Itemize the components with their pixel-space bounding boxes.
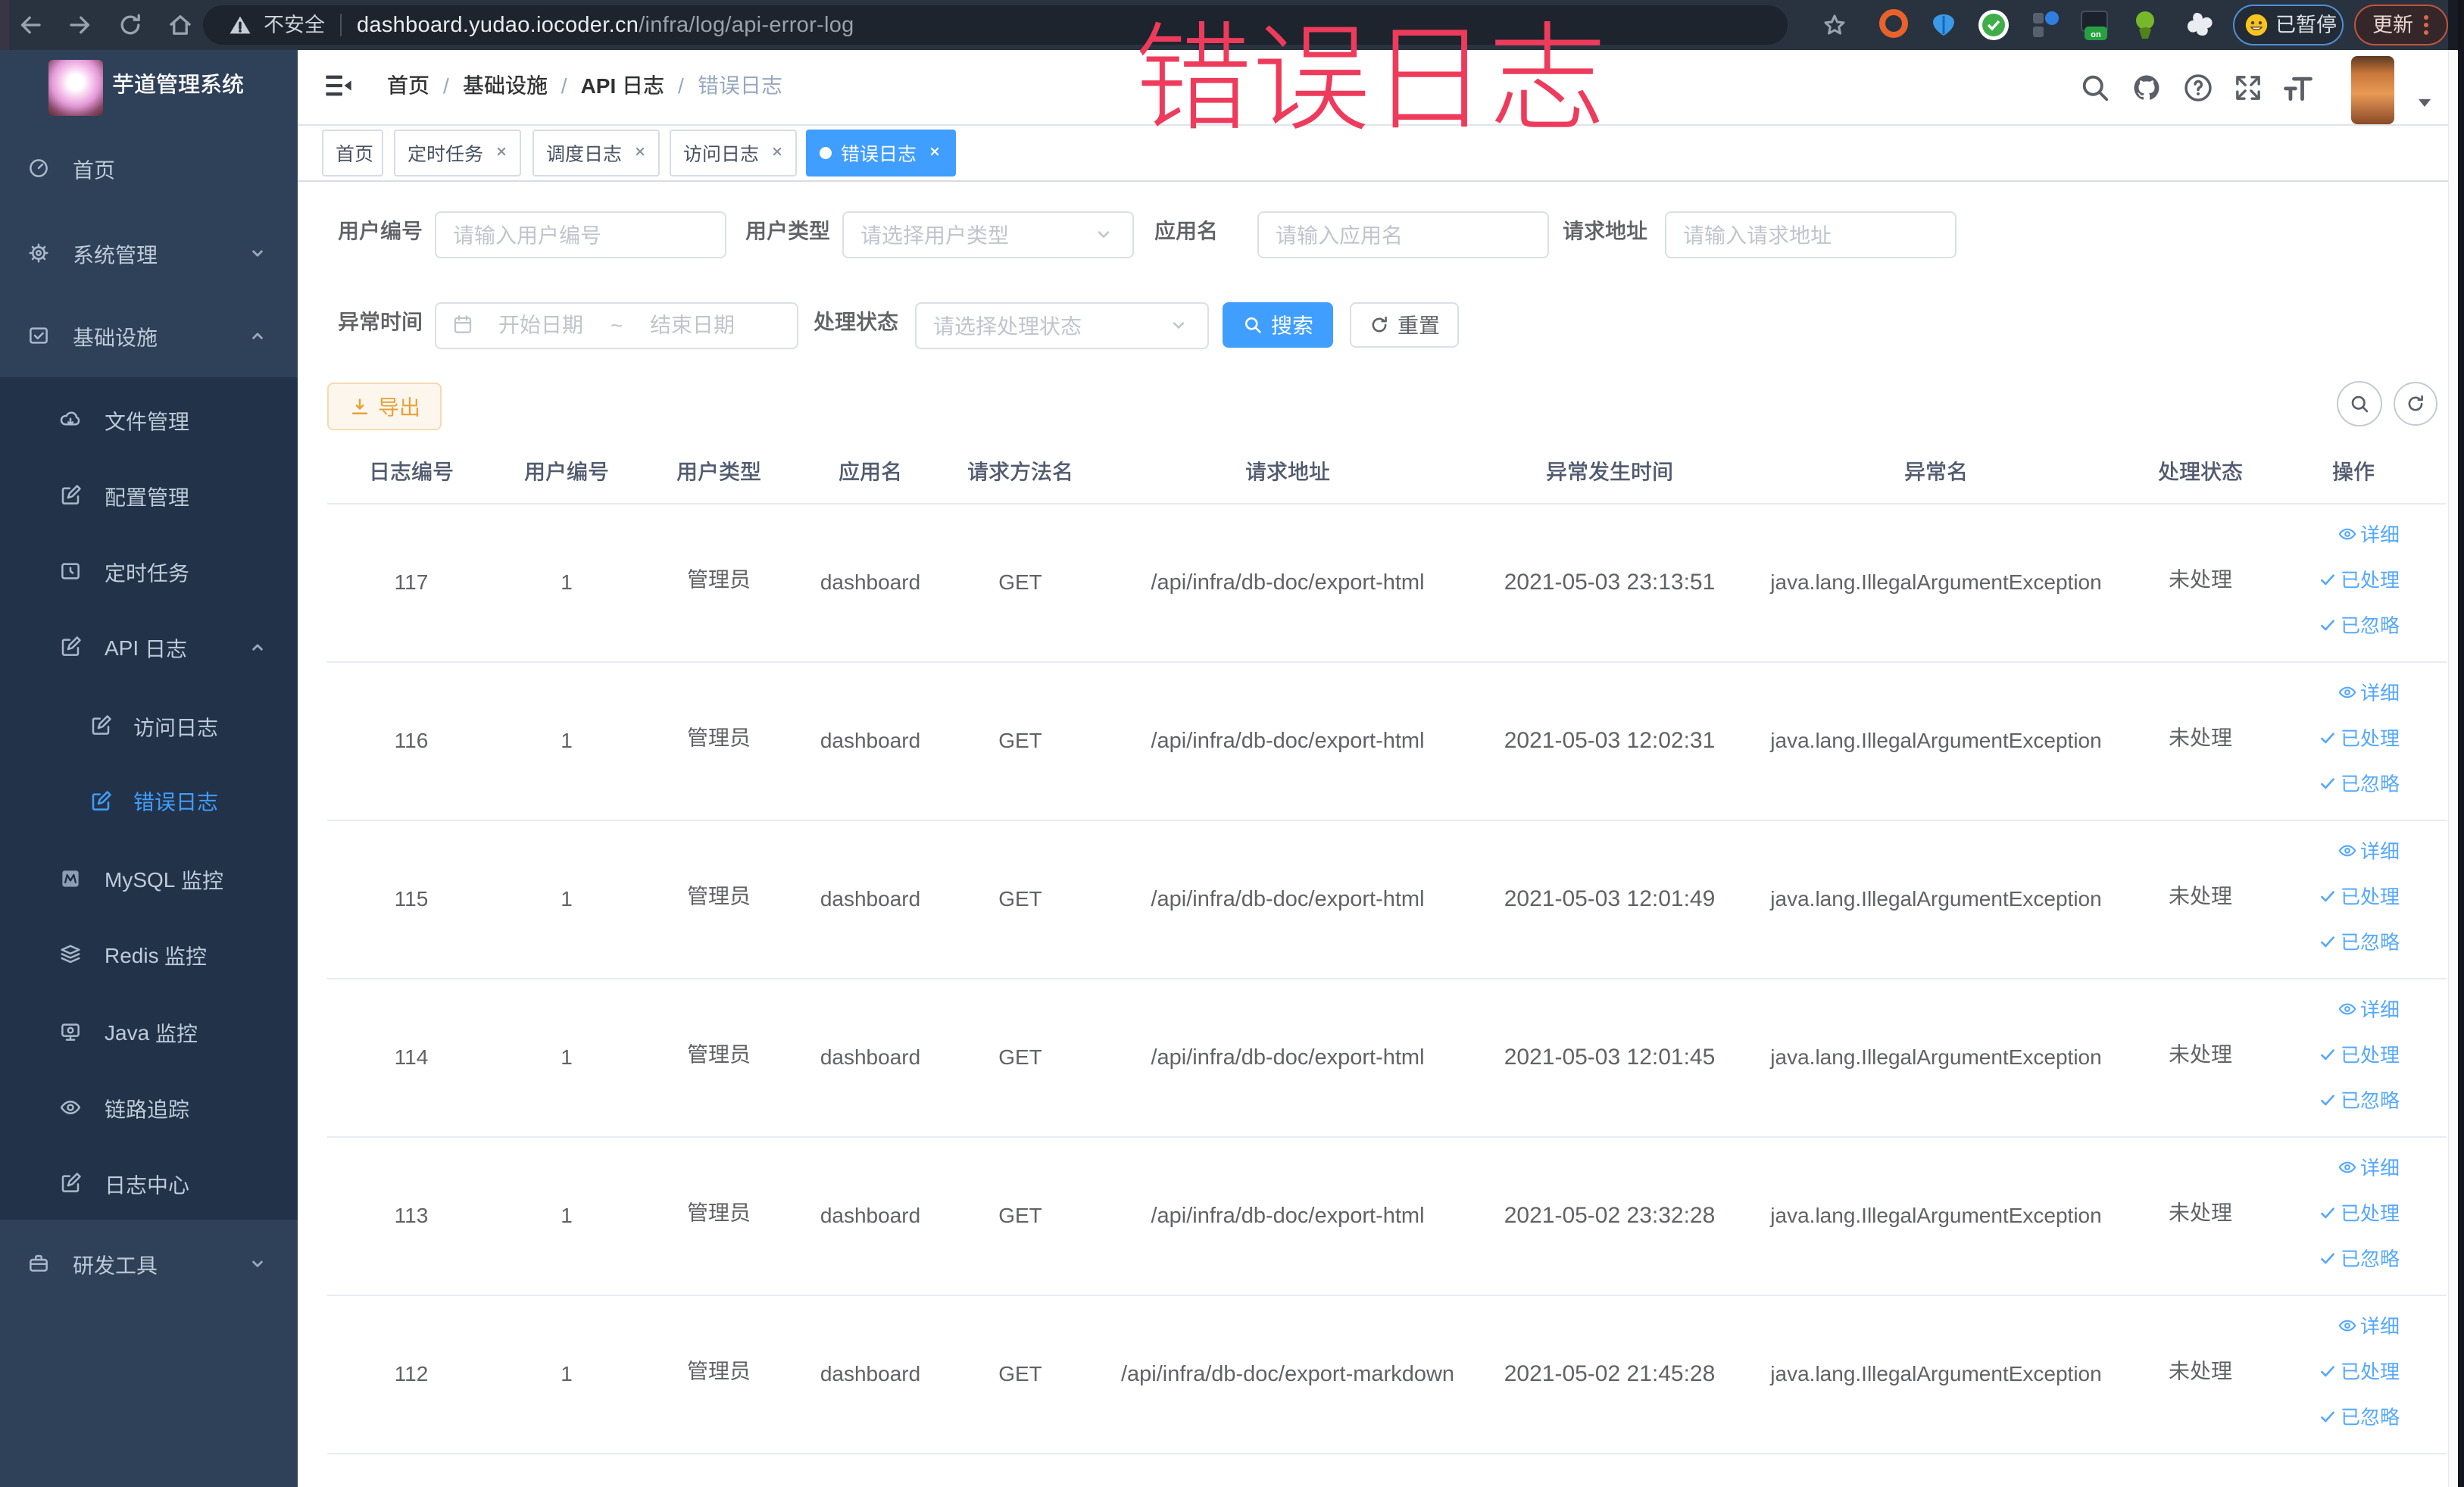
svg-text:on: on	[2091, 30, 2101, 39]
